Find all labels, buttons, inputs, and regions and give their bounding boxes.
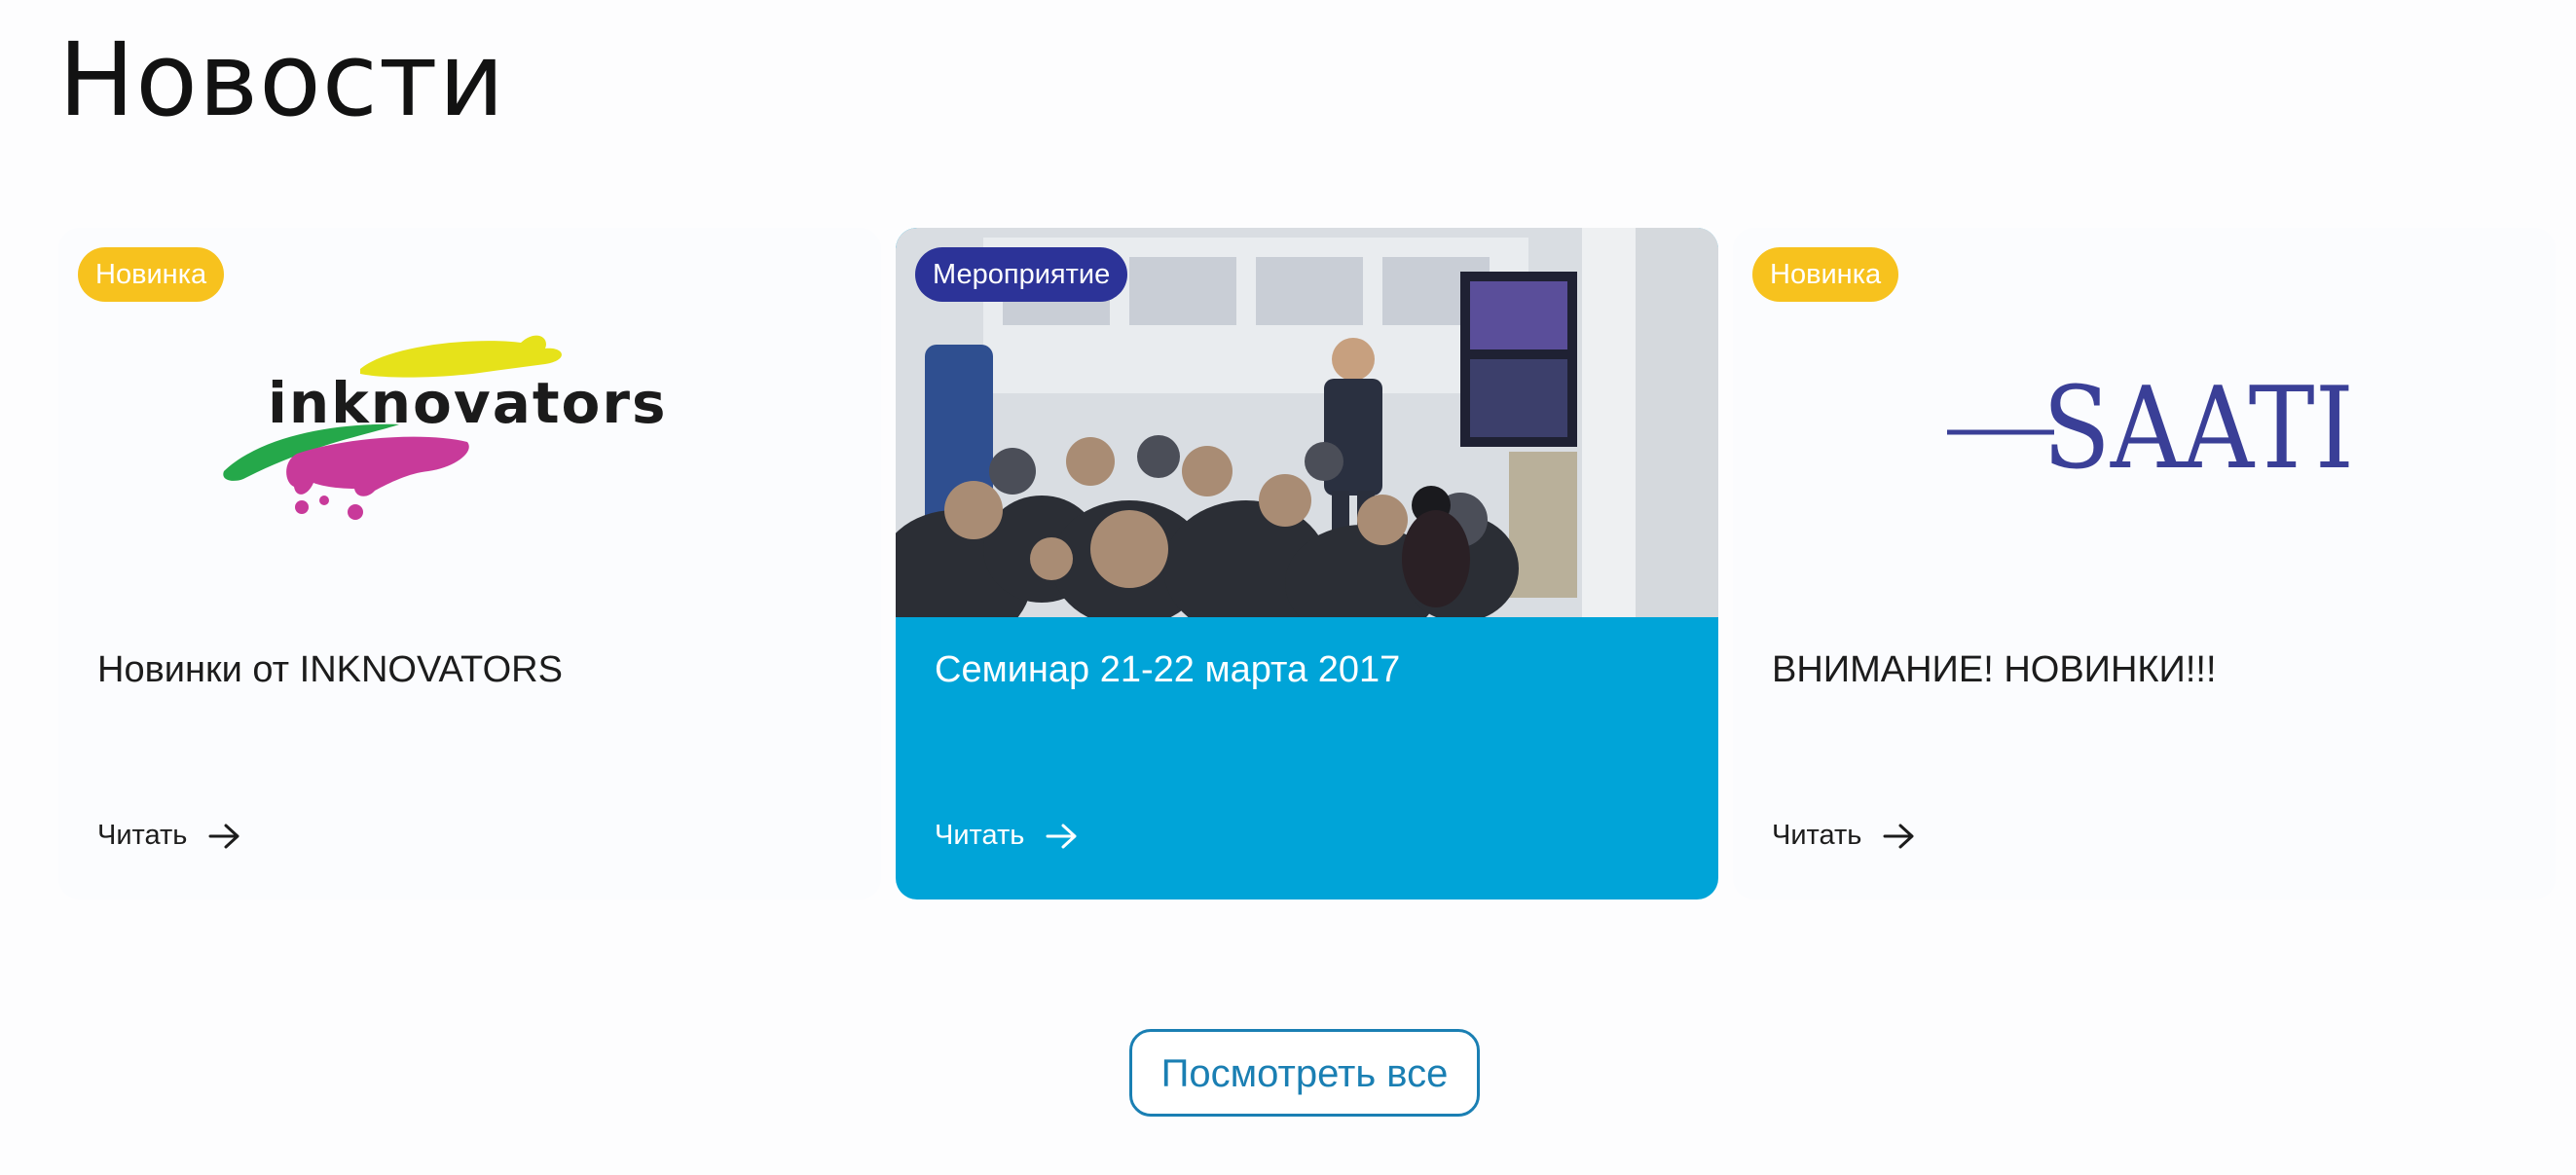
news-card-title[interactable]: Новинки от INKNOVATORS	[97, 646, 842, 694]
arrow-right-icon	[1046, 823, 1079, 850]
read-link[interactable]: Читать	[935, 820, 1079, 852]
status-badge: Новинка	[78, 247, 225, 302]
read-link[interactable]: Читать	[1772, 820, 1916, 852]
page-title: Новости	[58, 20, 506, 139]
read-link-label: Читать	[1772, 820, 1862, 851]
status-badge: Мероприятие	[915, 247, 1128, 302]
read-link-label: Читать	[97, 820, 188, 851]
news-card-title[interactable]: Семинар 21-22 марта 2017	[935, 646, 1679, 694]
saati-wordmark: SAATI	[2042, 363, 2354, 495]
read-link-label: Читать	[935, 820, 1025, 851]
arrow-right-icon	[1883, 823, 1916, 850]
news-card[interactable]: inknovators Новинка Новинки от INKNOVATO…	[58, 228, 881, 900]
inknovators-wordmark: inknovators	[268, 370, 668, 436]
news-card[interactable]: SAATI Новинка ВНИМАНИЕ! НОВИНКИ!!! Читат…	[1733, 228, 2556, 900]
view-all-button[interactable]: Посмотреть все	[1129, 1029, 1480, 1117]
status-badge: Новинка	[1752, 247, 1899, 302]
read-link[interactable]: Читать	[97, 820, 241, 852]
news-list: inknovators Новинка Новинки от INKNOVATO…	[58, 228, 2565, 900]
news-card[interactable]: Мероприятие Семинар 21-22 марта 2017 Чит…	[896, 228, 1718, 900]
news-card-title[interactable]: ВНИМАНИЕ! НОВИНКИ!!!	[1772, 646, 2517, 694]
arrow-right-icon	[208, 823, 241, 850]
